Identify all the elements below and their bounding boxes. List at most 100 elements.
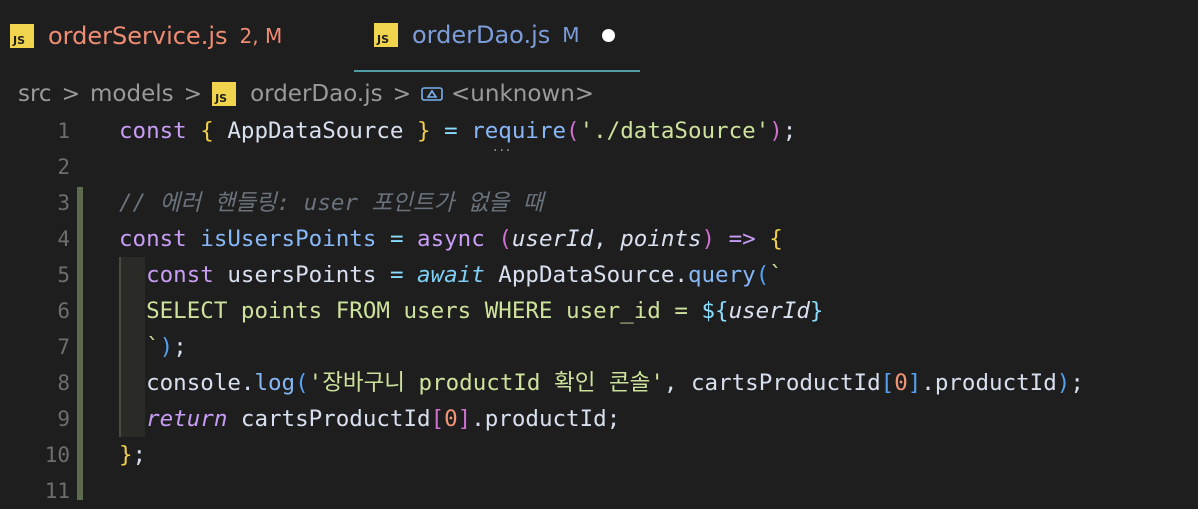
breadcrumb-item-symbol[interactable]: <unknown> — [451, 81, 594, 107]
code-token: } — [417, 118, 431, 144]
code-token: ; — [606, 406, 621, 432]
code-token: userId — [728, 298, 810, 324]
code-token: './dataSource' — [579, 118, 770, 144]
code-token: query — [687, 262, 756, 288]
unsaved-dot-icon[interactable] — [601, 28, 615, 42]
line-number: 3 — [57, 191, 70, 215]
code-token: AppDataSource — [484, 262, 675, 288]
code-token: '장바구니 productId 확인 콘솔' — [308, 370, 664, 396]
code-token: cartsProductId — [227, 406, 431, 432]
code-token: log — [254, 370, 296, 396]
code-token: points — [620, 226, 702, 252]
code-token: . — [471, 406, 485, 432]
chevron-right-icon: > — [61, 81, 81, 107]
code-token: ` — [146, 334, 160, 360]
code-token: ) — [159, 334, 174, 360]
chevron-right-icon: > — [392, 81, 412, 107]
code-token: userId — [511, 226, 594, 252]
code-token: 0 — [444, 406, 458, 432]
line-number: 6 — [57, 299, 70, 323]
code-token: const — [146, 262, 214, 288]
code-token: . — [674, 262, 688, 288]
line-number: 10 — [44, 443, 70, 467]
code-token: ; — [782, 118, 797, 144]
git-change-bar[interactable] — [77, 187, 83, 500]
breadcrumb: src > models > JS orderDao.js > <unknown… — [18, 76, 594, 112]
code-token: usersPoints — [213, 262, 390, 288]
tab-git-status: M — [562, 23, 580, 47]
code-token: ] — [907, 370, 922, 396]
code-token: ; — [1070, 370, 1084, 396]
tab-filename: orderService.js — [48, 22, 228, 50]
code-token: , — [593, 226, 621, 252]
code-token: ) — [701, 226, 716, 252]
hint-dots-icon: ··· — [493, 143, 513, 159]
code-token: 0 — [894, 370, 908, 396]
code-token: ${ — [701, 298, 729, 324]
code-token: productId — [484, 406, 607, 432]
code-token: [ — [430, 406, 445, 432]
tab-filename: orderDao.js — [412, 21, 551, 49]
code-token: { — [200, 118, 214, 144]
code-token: = — [444, 118, 458, 144]
code-token: const — [119, 226, 187, 252]
code-line[interactable]: const isUsersPoints = async (userId, poi… — [119, 221, 783, 257]
code-token: => — [728, 226, 756, 252]
code-token: ( — [295, 370, 309, 396]
code-line[interactable]: }; — [119, 437, 146, 473]
code-token: ; — [132, 442, 147, 468]
code-token: [ — [880, 370, 895, 396]
code-line[interactable]: `); — [119, 329, 187, 365]
code-token: require — [471, 118, 567, 144]
code-token: } — [809, 298, 824, 324]
line-number: 4 — [57, 227, 70, 251]
code-editor[interactable]: 1 2 3 4 5 6 7 8 9 10 11 const { AppDataSource } = … — [0, 113, 1198, 503]
code-token: return — [146, 406, 228, 432]
breadcrumb-item-file[interactable]: orderDao.js — [250, 81, 383, 107]
chevron-right-icon: > — [183, 81, 203, 107]
code-token: = — [389, 262, 404, 288]
code-line[interactable]: // 에러 핸들링: user 포인트가 없을 때 — [119, 185, 544, 221]
code-line[interactable]: const { AppDataSource } = require('./dat… — [119, 113, 796, 149]
tab-git-status: 2, M — [239, 24, 283, 48]
code-line[interactable]: SELECT points FROM users WHERE user_id =… — [119, 293, 823, 329]
code-token: { — [769, 226, 783, 252]
code-token: productId — [934, 370, 1057, 396]
code-token: = — [389, 226, 404, 252]
code-token: async — [417, 226, 485, 252]
code-token: const — [119, 118, 187, 144]
code-token: ( — [566, 118, 580, 144]
code-token: ) — [1056, 370, 1071, 396]
line-number: 11 — [44, 479, 70, 503]
line-number: 7 — [57, 335, 70, 359]
code-line[interactable]: return cartsProductId[0].productId; — [119, 401, 620, 437]
code-token: } — [119, 442, 133, 468]
line-number: 9 — [57, 407, 70, 431]
code-token: ; — [173, 334, 187, 360]
code-token: SELECT points FROM users WHERE user_id = — [146, 298, 702, 324]
code-token: AppDataSource — [213, 118, 418, 144]
breadcrumb-item-src[interactable]: src — [18, 81, 52, 107]
code-line[interactable]: console.log('장바구니 productId 확인 콘솔', cart… — [119, 365, 1084, 401]
breadcrumb-item-models[interactable]: models — [90, 81, 174, 107]
code-line[interactable]: const usersPoints = await AppDataSource.… — [119, 257, 783, 293]
code-token: ( — [498, 226, 512, 252]
code-token: . — [240, 370, 255, 396]
code-token: // 에러 핸들링: user 포인트가 없을 때 — [119, 190, 544, 216]
tab-order-service[interactable]: JS orderService.js 2, M — [10, 0, 282, 72]
tab-order-dao[interactable]: JS orderDao.js M — [354, 0, 640, 72]
